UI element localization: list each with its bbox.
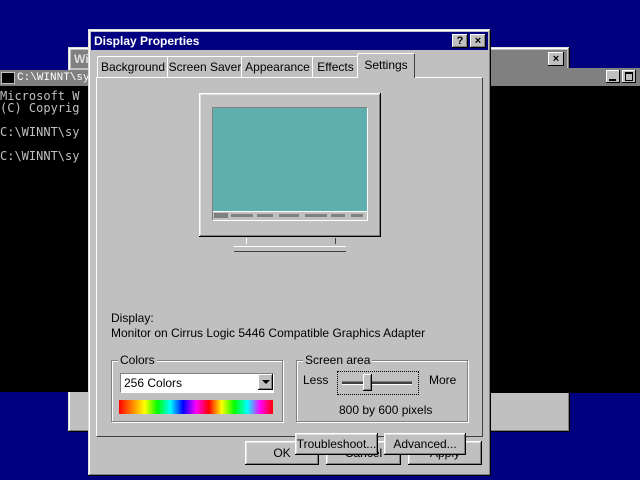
- colors-dropdown-value: 256 Colors: [124, 376, 183, 390]
- minimize-button[interactable]: [606, 70, 620, 83]
- maximize-icon: [625, 72, 633, 81]
- color-spectrum-bar: [119, 400, 273, 414]
- less-label: Less: [303, 373, 329, 387]
- console-line-4: C:\WINNT\sy: [0, 125, 80, 139]
- advanced-button[interactable]: Advanced...: [384, 433, 466, 455]
- command-prompt-icon: [1, 72, 15, 84]
- adapter-name: Monitor on Cirrus Logic 5446 Compatible …: [111, 326, 426, 340]
- help-button[interactable]: ?: [452, 34, 468, 48]
- background-close-button[interactable]: ×: [548, 52, 564, 66]
- preview-taskbar: [213, 211, 367, 220]
- preview-task-item: [231, 214, 253, 217]
- slider-track: [342, 381, 412, 385]
- dialog-titlebar[interactable]: Display Properties ? ×: [91, 32, 488, 50]
- colors-dropdown[interactable]: 256 Colors: [120, 373, 274, 393]
- display-properties-dialog: Display Properties ? × Background Screen…: [88, 29, 491, 476]
- tab-effects[interactable]: Effects: [312, 56, 359, 77]
- resolution-text: 800 by 600 pixels: [339, 403, 433, 417]
- dialog-title: Display Properties: [94, 34, 200, 48]
- display-label: Display:: [111, 311, 154, 325]
- resolution-slider[interactable]: [337, 371, 419, 395]
- monitor-screen: [212, 107, 368, 221]
- monitor-neck: [246, 238, 336, 244]
- command-prompt-titlebar[interactable]: C:\WINNT\sy: [0, 70, 95, 86]
- preview-task-item: [257, 214, 273, 217]
- console-line-2: (C) Copyrig: [0, 101, 80, 115]
- console-line-6: C:\WINNT\sy: [0, 149, 80, 163]
- preview-start-button: [214, 213, 228, 218]
- maximize-button[interactable]: [622, 70, 636, 83]
- command-prompt-title: C:\WINNT\sy: [17, 72, 90, 84]
- right-console-titlebar[interactable]: [490, 68, 640, 86]
- chevron-down-icon: [262, 380, 270, 384]
- troubleshoot-button[interactable]: Troubleshoot...: [295, 433, 378, 455]
- preview-tray: [351, 214, 363, 217]
- command-prompt-window[interactable]: C:\WINNT\sy Microsoft W (C) Copyrig C:\W…: [0, 70, 95, 392]
- more-label: More: [429, 373, 457, 387]
- background-window-title: Wi: [74, 52, 89, 66]
- dropdown-arrow-button[interactable]: [258, 374, 273, 390]
- help-icon: ?: [456, 35, 464, 47]
- settings-panel: Display: Monitor on Cirrus Logic 5446 Co…: [96, 77, 483, 455]
- minimize-icon: [609, 79, 616, 81]
- screen-area-group: Screen area Less More 800 by 600 pixels: [296, 353, 468, 422]
- screen-area-group-label: Screen area: [303, 353, 373, 367]
- preview-task-item: [331, 214, 345, 217]
- close-button[interactable]: ×: [470, 34, 486, 48]
- preview-task-item: [305, 214, 327, 217]
- tab-appearance[interactable]: Appearance: [241, 56, 314, 77]
- tab-background[interactable]: Background: [97, 56, 169, 77]
- colors-group-label: Colors: [118, 353, 157, 367]
- close-icon: ×: [474, 35, 482, 47]
- colors-group: Colors 256 Colors: [111, 353, 283, 422]
- preview-task-item: [279, 214, 299, 217]
- tab-settings[interactable]: Settings: [357, 53, 415, 78]
- monitor-stand: [234, 246, 346, 252]
- right-console-window[interactable]: [490, 68, 640, 393]
- slider-thumb[interactable]: [363, 374, 373, 391]
- tab-screen-saver[interactable]: Screen Saver: [167, 56, 243, 77]
- monitor-preview: [198, 91, 382, 252]
